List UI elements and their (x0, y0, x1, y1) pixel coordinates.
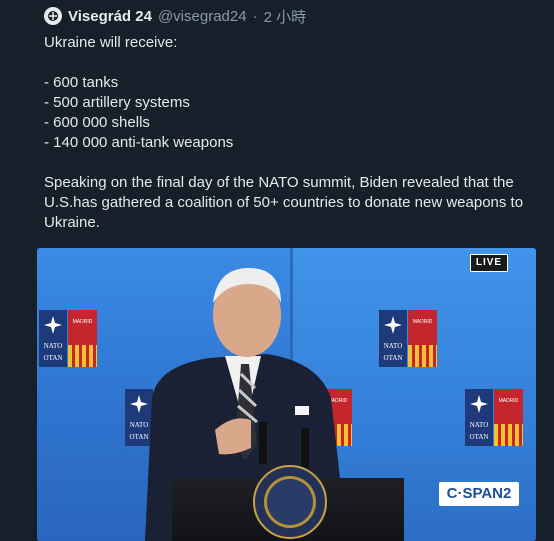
tweet-paragraph: Speaking on the final day of the NATO su… (44, 174, 524, 231)
network-logo: C·SPAN2 (439, 482, 519, 506)
avatar[interactable] (44, 7, 62, 25)
video-player[interactable]: NATO OTAN MADRID NATO OTAN MADRID NATO O… (37, 248, 536, 541)
list-item: - 140 000 anti-tank weapons (44, 134, 234, 151)
tweet[interactable]: Visegrád 24 @visegrad24 · 2 小時 Ukraine w… (0, 0, 554, 541)
list-item: - 600 tanks (44, 74, 119, 91)
list-item: - 500 artillery systems (44, 94, 190, 111)
list-item: - 600 000 shells (44, 114, 150, 131)
tweet-header: Visegrád 24 @visegrad24 · 2 小時 (44, 6, 306, 26)
presidential-seal (253, 465, 327, 539)
author-handle[interactable]: @visegrad24 (158, 8, 247, 25)
author-name[interactable]: Visegrád 24 (68, 8, 152, 25)
tweet-text: Ukraine will receive: - 600 tanks - 500 … (44, 33, 534, 233)
timestamp[interactable]: 2 小時 (264, 6, 307, 27)
separator-dot: · (252, 7, 258, 25)
intro-line: Ukraine will receive: (44, 34, 178, 51)
live-badge: LIVE (470, 254, 508, 272)
channel-logo-icon (48, 11, 58, 21)
